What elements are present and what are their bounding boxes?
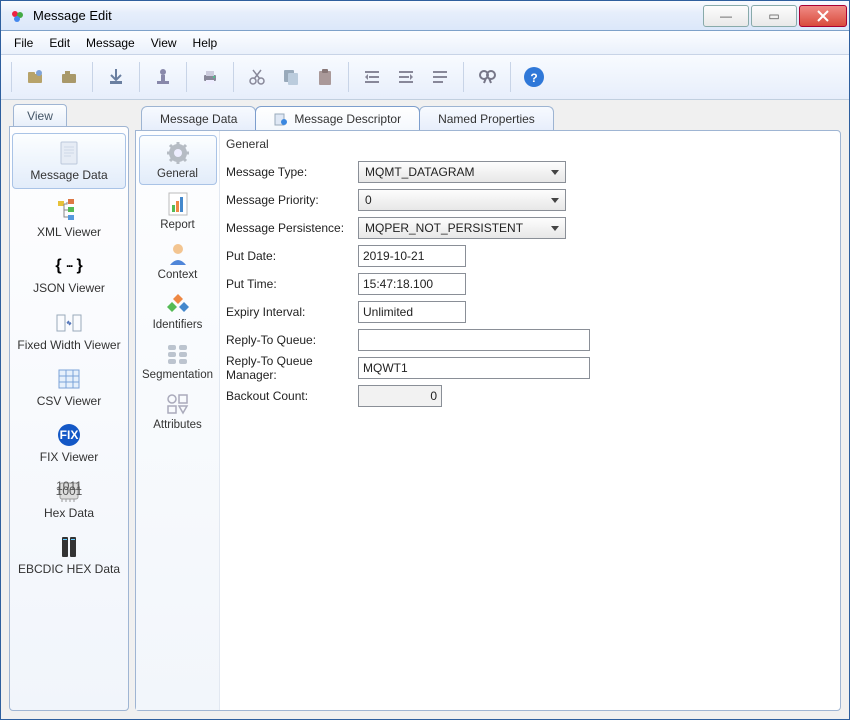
reply-to-queue-field[interactable] bbox=[358, 329, 590, 351]
print-icon[interactable] bbox=[195, 62, 225, 92]
cat-general[interactable]: General bbox=[139, 135, 217, 185]
server-icon bbox=[53, 534, 85, 560]
indent-left-icon[interactable] bbox=[357, 62, 387, 92]
fix-badge-icon: FIX bbox=[53, 422, 85, 448]
message-priority-combo[interactable]: 0 bbox=[358, 189, 566, 211]
backout-count-field: 0 bbox=[358, 385, 442, 407]
tab-named-properties[interactable]: Named Properties bbox=[419, 106, 554, 130]
close-button[interactable] bbox=[799, 5, 847, 27]
view-item-label: JSON Viewer bbox=[33, 282, 105, 295]
view-item-label: CSV Viewer bbox=[37, 395, 101, 408]
label-message-type: Message Type: bbox=[226, 165, 358, 179]
label-message-persistence: Message Persistence: bbox=[226, 221, 358, 235]
view-item-hex-data[interactable]: 010110110011 Hex Data bbox=[12, 472, 126, 526]
menu-view[interactable]: View bbox=[144, 33, 184, 53]
save-icon[interactable] bbox=[54, 62, 84, 92]
view-item-label: Message Data bbox=[30, 169, 107, 182]
content-box: General Report Context Identifiers bbox=[135, 130, 841, 711]
cut-icon[interactable] bbox=[242, 62, 272, 92]
paste-icon[interactable] bbox=[310, 62, 340, 92]
document-icon bbox=[53, 140, 85, 166]
put-icon[interactable] bbox=[148, 62, 178, 92]
app-window: Message Edit — ▭ File Edit Message View … bbox=[0, 0, 850, 720]
window-title: Message Edit bbox=[33, 8, 703, 23]
json-braces-icon: { ··· } bbox=[53, 253, 85, 279]
menu-edit[interactable]: Edit bbox=[42, 33, 77, 53]
message-persistence-combo[interactable]: MQPER_NOT_PERSISTENT bbox=[358, 217, 566, 239]
label-reply-to-qm: Reply-To Queue Manager: bbox=[226, 354, 358, 382]
shapes-icon bbox=[163, 391, 193, 417]
view-item-label: Hex Data bbox=[44, 507, 94, 520]
form-area: General Message Type: MQMT_DATAGRAM Mess… bbox=[220, 131, 840, 710]
cat-attributes[interactable]: Attributes bbox=[139, 387, 217, 435]
find-icon[interactable] bbox=[472, 62, 502, 92]
view-item-label: Fixed Width Viewer bbox=[17, 339, 120, 352]
label-reply-to-queue: Reply-To Queue: bbox=[226, 333, 358, 347]
label-expiry: Expiry Interval: bbox=[226, 305, 358, 319]
columns-icon bbox=[53, 310, 85, 336]
right-panel: Message Data Message Descriptor Named Pr… bbox=[135, 104, 841, 711]
label-message-priority: Message Priority: bbox=[226, 193, 358, 207]
copy-icon[interactable] bbox=[276, 62, 306, 92]
svg-text:?: ? bbox=[530, 71, 537, 85]
align-icon[interactable] bbox=[425, 62, 455, 92]
body: View Message Data XML Viewer { ··· } JSO… bbox=[1, 100, 849, 719]
report-chart-icon bbox=[163, 191, 193, 217]
svg-text:FIX: FIX bbox=[60, 428, 79, 442]
put-time-field[interactable]: 15:47:18.100 bbox=[358, 273, 466, 295]
left-box: Message Data XML Viewer { ··· } JSON Vie… bbox=[9, 126, 129, 711]
category-column: General Report Context Identifiers bbox=[136, 131, 220, 710]
view-item-ebcdic-hex[interactable]: EBCDIC HEX Data bbox=[12, 528, 126, 582]
label-put-time: Put Time: bbox=[226, 277, 358, 291]
message-type-combo[interactable]: MQMT_DATAGRAM bbox=[358, 161, 566, 183]
view-item-label: EBCDIC HEX Data bbox=[18, 563, 120, 576]
minimize-button[interactable]: — bbox=[703, 5, 749, 27]
menu-message[interactable]: Message bbox=[79, 33, 142, 53]
reply-to-qm-field[interactable]: MQWT1 bbox=[358, 357, 590, 379]
menu-help[interactable]: Help bbox=[186, 33, 225, 53]
grid-icon bbox=[53, 366, 85, 392]
tab-message-data[interactable]: Message Data bbox=[141, 106, 256, 130]
menu-file[interactable]: File bbox=[7, 33, 40, 53]
view-item-fixed-width[interactable]: Fixed Width Viewer bbox=[12, 304, 126, 358]
view-item-csv-viewer[interactable]: CSV Viewer bbox=[12, 360, 126, 414]
label-put-date: Put Date: bbox=[226, 249, 358, 263]
app-icon bbox=[7, 6, 27, 26]
view-item-message-data[interactable]: Message Data bbox=[12, 133, 126, 189]
put-date-field[interactable]: 2019-10-21 bbox=[358, 245, 466, 267]
view-item-fix-viewer[interactable]: FIX FIX Viewer bbox=[12, 416, 126, 470]
descriptor-tab-icon bbox=[274, 112, 288, 126]
group-label: General bbox=[226, 137, 830, 151]
view-item-label: XML Viewer bbox=[37, 226, 101, 239]
binary-chip-icon: 010110110011 bbox=[53, 478, 85, 504]
expiry-field[interactable]: Unlimited bbox=[358, 301, 466, 323]
diamonds-icon bbox=[163, 291, 193, 317]
view-item-label: FIX Viewer bbox=[40, 451, 98, 464]
svg-text:110011: 110011 bbox=[56, 484, 82, 498]
cat-context[interactable]: Context bbox=[139, 237, 217, 285]
maximize-button[interactable]: ▭ bbox=[751, 5, 797, 27]
cat-report[interactable]: Report bbox=[139, 187, 217, 235]
view-item-xml-viewer[interactable]: XML Viewer bbox=[12, 191, 126, 245]
label-backout-count: Backout Count: bbox=[226, 389, 358, 403]
blocks-icon bbox=[163, 341, 193, 367]
left-panel: View Message Data XML Viewer { ··· } JSO… bbox=[9, 104, 129, 711]
user-icon bbox=[163, 241, 193, 267]
toolbar: ? bbox=[1, 55, 849, 100]
download-icon[interactable] bbox=[101, 62, 131, 92]
titlebar: Message Edit — ▭ bbox=[1, 1, 849, 31]
indent-right-icon[interactable] bbox=[391, 62, 421, 92]
view-item-json-viewer[interactable]: { ··· } JSON Viewer bbox=[12, 247, 126, 301]
menubar: File Edit Message View Help bbox=[1, 31, 849, 55]
gear-icon bbox=[163, 140, 193, 166]
tab-message-descriptor[interactable]: Message Descriptor bbox=[255, 106, 420, 130]
help-icon[interactable]: ? bbox=[519, 62, 549, 92]
cat-segmentation[interactable]: Segmentation bbox=[139, 337, 217, 385]
tab-row: Message Data Message Descriptor Named Pr… bbox=[135, 104, 841, 130]
open-icon[interactable] bbox=[20, 62, 50, 92]
left-tab-view[interactable]: View bbox=[13, 104, 67, 126]
cat-identifiers[interactable]: Identifiers bbox=[139, 287, 217, 335]
tree-color-icon bbox=[53, 197, 85, 223]
